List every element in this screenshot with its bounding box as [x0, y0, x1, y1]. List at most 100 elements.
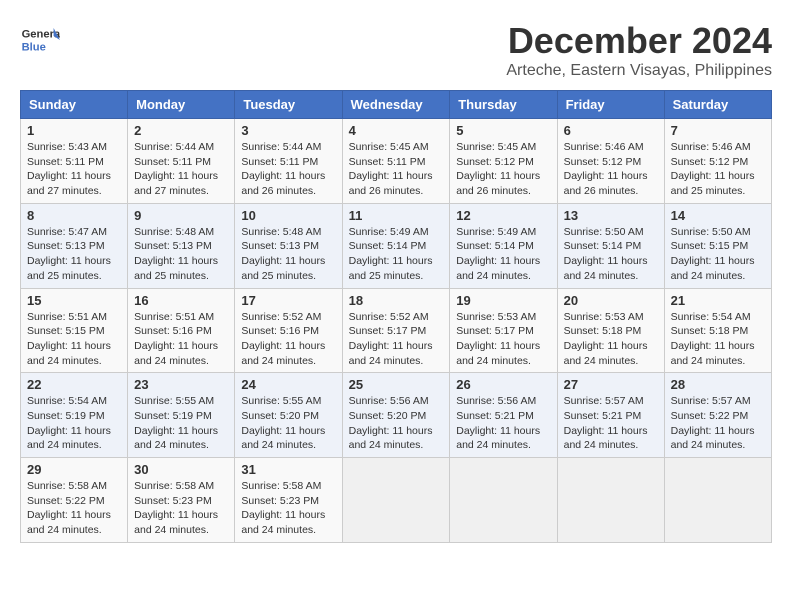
day-number: 13 — [564, 208, 658, 223]
title-block: December 2024 Arteche, Eastern Visayas, … — [506, 20, 772, 80]
calendar-table: SundayMondayTuesdayWednesdayThursdayFrid… — [20, 90, 772, 543]
calendar-cell: 26Sunrise: 5:56 AM Sunset: 5:21 PM Dayli… — [450, 373, 557, 458]
day-number: 18 — [349, 293, 444, 308]
day-info: Sunrise: 5:46 AM Sunset: 5:12 PM Dayligh… — [564, 140, 658, 199]
day-number: 10 — [241, 208, 335, 223]
day-number: 8 — [27, 208, 121, 223]
calendar-cell: 28 Sunrise: 5:57 AM Sunset: 5:22 PM Dayli… — [664, 373, 771, 458]
day-info: Sunrise: 5:46 AM Sunset: 5:12 PM Dayligh… — [671, 140, 765, 199]
svg-text:Blue: Blue — [22, 41, 46, 53]
calendar-cell: 11 Sunrise: 5:49 AM Sunset: 5:14 PM Dayli… — [342, 203, 450, 288]
calendar-cell: 15 Sunrise: 5:51 AM Sunset: 5:15 PM Dayli… — [21, 288, 128, 373]
calendar-cell — [342, 458, 450, 543]
calendar-cell: 21 Sunrise: 5:54 AM Sunset: 5:18 PM Dayli… — [664, 288, 771, 373]
day-number: 24 — [241, 377, 335, 392]
day-number: 28 — [671, 377, 765, 392]
day-info: Sunrise: 5:58 AM Sunset: 5:23 PM Dayligh… — [134, 479, 228, 538]
calendar-cell: 16 Sunrise: 5:51 AM Sunset: 5:16 PM Dayli… — [128, 288, 235, 373]
calendar-cell: 31 Sunrise: 5:58 AM Sunset: 5:23 PM Dayli… — [235, 458, 342, 543]
weekday-header-row: SundayMondayTuesdayWednesdayThursdayFrid… — [21, 91, 772, 119]
day-number: 20 — [564, 293, 658, 308]
day-info: Sunrise: 5:45 AM Sunset: 5:11 PM Dayligh… — [349, 140, 444, 199]
day-info: Sunrise: 5:49 AM Sunset: 5:14 PM Dayligh… — [349, 225, 444, 284]
calendar-week-row: 1Sunrise: 5:43 AM Sunset: 5:11 PM Daylig… — [21, 119, 772, 204]
calendar-cell: 27Sunrise: 5:57 AM Sunset: 5:21 PM Dayli… — [557, 373, 664, 458]
weekday-header-saturday: Saturday — [664, 91, 771, 119]
calendar-week-row: 29 Sunrise: 5:58 AM Sunset: 5:22 PM Dayli… — [21, 458, 772, 543]
day-number: 16 — [134, 293, 228, 308]
day-number: 7 — [671, 123, 765, 138]
day-number: 9 — [134, 208, 228, 223]
day-number: 2 — [134, 123, 228, 138]
day-info: Sunrise: 5:58 AM Sunset: 5:22 PM Dayligh… — [27, 479, 121, 538]
day-number: 29 — [27, 462, 121, 477]
day-info: Sunrise: 5:44 AM Sunset: 5:11 PM Dayligh… — [241, 140, 335, 199]
calendar-cell: 4Sunrise: 5:45 AM Sunset: 5:11 PM Daylig… — [342, 119, 450, 204]
calendar-week-row: 22Sunrise: 5:54 AM Sunset: 5:19 PM Dayli… — [21, 373, 772, 458]
page-header: General Blue December 2024 Arteche, East… — [20, 20, 772, 80]
logo: General Blue — [20, 20, 64, 60]
day-info: Sunrise: 5:54 AM Sunset: 5:19 PM Dayligh… — [27, 394, 121, 453]
day-info: Sunrise: 5:51 AM Sunset: 5:16 PM Dayligh… — [134, 310, 228, 369]
day-info: Sunrise: 5:58 AM Sunset: 5:23 PM Dayligh… — [241, 479, 335, 538]
day-info: Sunrise: 5:47 AM Sunset: 5:13 PM Dayligh… — [27, 225, 121, 284]
day-info: Sunrise: 5:50 AM Sunset: 5:14 PM Dayligh… — [564, 225, 658, 284]
month-year-title: December 2024 — [506, 20, 772, 62]
day-number: 31 — [241, 462, 335, 477]
day-info: Sunrise: 5:45 AM Sunset: 5:12 PM Dayligh… — [456, 140, 550, 199]
weekday-header-monday: Monday — [128, 91, 235, 119]
day-info: Sunrise: 5:55 AM Sunset: 5:20 PM Dayligh… — [241, 394, 335, 453]
calendar-cell: 29 Sunrise: 5:58 AM Sunset: 5:22 PM Dayli… — [21, 458, 128, 543]
day-number: 12 — [456, 208, 550, 223]
day-info: Sunrise: 5:57 AM Sunset: 5:21 PM Dayligh… — [564, 394, 658, 453]
weekday-header-friday: Friday — [557, 91, 664, 119]
day-info: Sunrise: 5:48 AM Sunset: 5:13 PM Dayligh… — [241, 225, 335, 284]
weekday-header-sunday: Sunday — [21, 91, 128, 119]
calendar-cell: 5 Sunrise: 5:45 AM Sunset: 5:12 PM Daylig… — [450, 119, 557, 204]
calendar-cell: 9 Sunrise: 5:48 AM Sunset: 5:13 PM Daylig… — [128, 203, 235, 288]
day-info: Sunrise: 5:44 AM Sunset: 5:11 PM Dayligh… — [134, 140, 228, 199]
day-number: 3 — [241, 123, 335, 138]
day-number: 15 — [27, 293, 121, 308]
calendar-cell: 14Sunrise: 5:50 AM Sunset: 5:15 PM Dayli… — [664, 203, 771, 288]
calendar-cell: 20 Sunrise: 5:53 AM Sunset: 5:18 PM Dayli… — [557, 288, 664, 373]
calendar-cell: 10 Sunrise: 5:48 AM Sunset: 5:13 PM Dayli… — [235, 203, 342, 288]
calendar-cell: 12 Sunrise: 5:49 AM Sunset: 5:14 PM Dayli… — [450, 203, 557, 288]
day-number: 23 — [134, 377, 228, 392]
day-info: Sunrise: 5:52 AM Sunset: 5:16 PM Dayligh… — [241, 310, 335, 369]
day-number: 6 — [564, 123, 658, 138]
calendar-cell: 19 Sunrise: 5:53 AM Sunset: 5:17 PM Dayli… — [450, 288, 557, 373]
day-info: Sunrise: 5:54 AM Sunset: 5:18 PM Dayligh… — [671, 310, 765, 369]
day-number: 11 — [349, 208, 444, 223]
calendar-cell: 8 Sunrise: 5:47 AM Sunset: 5:13 PM Daylig… — [21, 203, 128, 288]
calendar-cell — [664, 458, 771, 543]
day-info: Sunrise: 5:43 AM Sunset: 5:11 PM Dayligh… — [27, 140, 121, 199]
day-info: Sunrise: 5:51 AM Sunset: 5:15 PM Dayligh… — [27, 310, 121, 369]
day-info: Sunrise: 5:53 AM Sunset: 5:18 PM Dayligh… — [564, 310, 658, 369]
calendar-cell: 6 Sunrise: 5:46 AM Sunset: 5:12 PM Daylig… — [557, 119, 664, 204]
calendar-cell: 17 Sunrise: 5:52 AM Sunset: 5:16 PM Dayli… — [235, 288, 342, 373]
logo-icon: General Blue — [20, 20, 60, 60]
calendar-cell — [450, 458, 557, 543]
day-info: Sunrise: 5:48 AM Sunset: 5:13 PM Dayligh… — [134, 225, 228, 284]
calendar-week-row: 8 Sunrise: 5:47 AM Sunset: 5:13 PM Daylig… — [21, 203, 772, 288]
calendar-cell: 22Sunrise: 5:54 AM Sunset: 5:19 PM Dayli… — [21, 373, 128, 458]
day-info: Sunrise: 5:52 AM Sunset: 5:17 PM Dayligh… — [349, 310, 444, 369]
calendar-cell: 1Sunrise: 5:43 AM Sunset: 5:11 PM Daylig… — [21, 119, 128, 204]
day-info: Sunrise: 5:56 AM Sunset: 5:20 PM Dayligh… — [349, 394, 444, 453]
day-number: 19 — [456, 293, 550, 308]
day-info: Sunrise: 5:55 AM Sunset: 5:19 PM Dayligh… — [134, 394, 228, 453]
day-number: 14 — [671, 208, 765, 223]
day-number: 21 — [671, 293, 765, 308]
weekday-header-thursday: Thursday — [450, 91, 557, 119]
weekday-header-tuesday: Tuesday — [235, 91, 342, 119]
calendar-cell: 30Sunrise: 5:58 AM Sunset: 5:23 PM Dayli… — [128, 458, 235, 543]
day-info: Sunrise: 5:49 AM Sunset: 5:14 PM Dayligh… — [456, 225, 550, 284]
location-subtitle: Arteche, Eastern Visayas, Philippines — [506, 62, 772, 80]
calendar-cell: 13 Sunrise: 5:50 AM Sunset: 5:14 PM Dayli… — [557, 203, 664, 288]
day-number: 5 — [456, 123, 550, 138]
calendar-cell: 7 Sunrise: 5:46 AM Sunset: 5:12 PM Daylig… — [664, 119, 771, 204]
day-info: Sunrise: 5:57 AM Sunset: 5:22 PM Dayligh… — [671, 394, 765, 453]
day-number: 17 — [241, 293, 335, 308]
day-info: Sunrise: 5:53 AM Sunset: 5:17 PM Dayligh… — [456, 310, 550, 369]
